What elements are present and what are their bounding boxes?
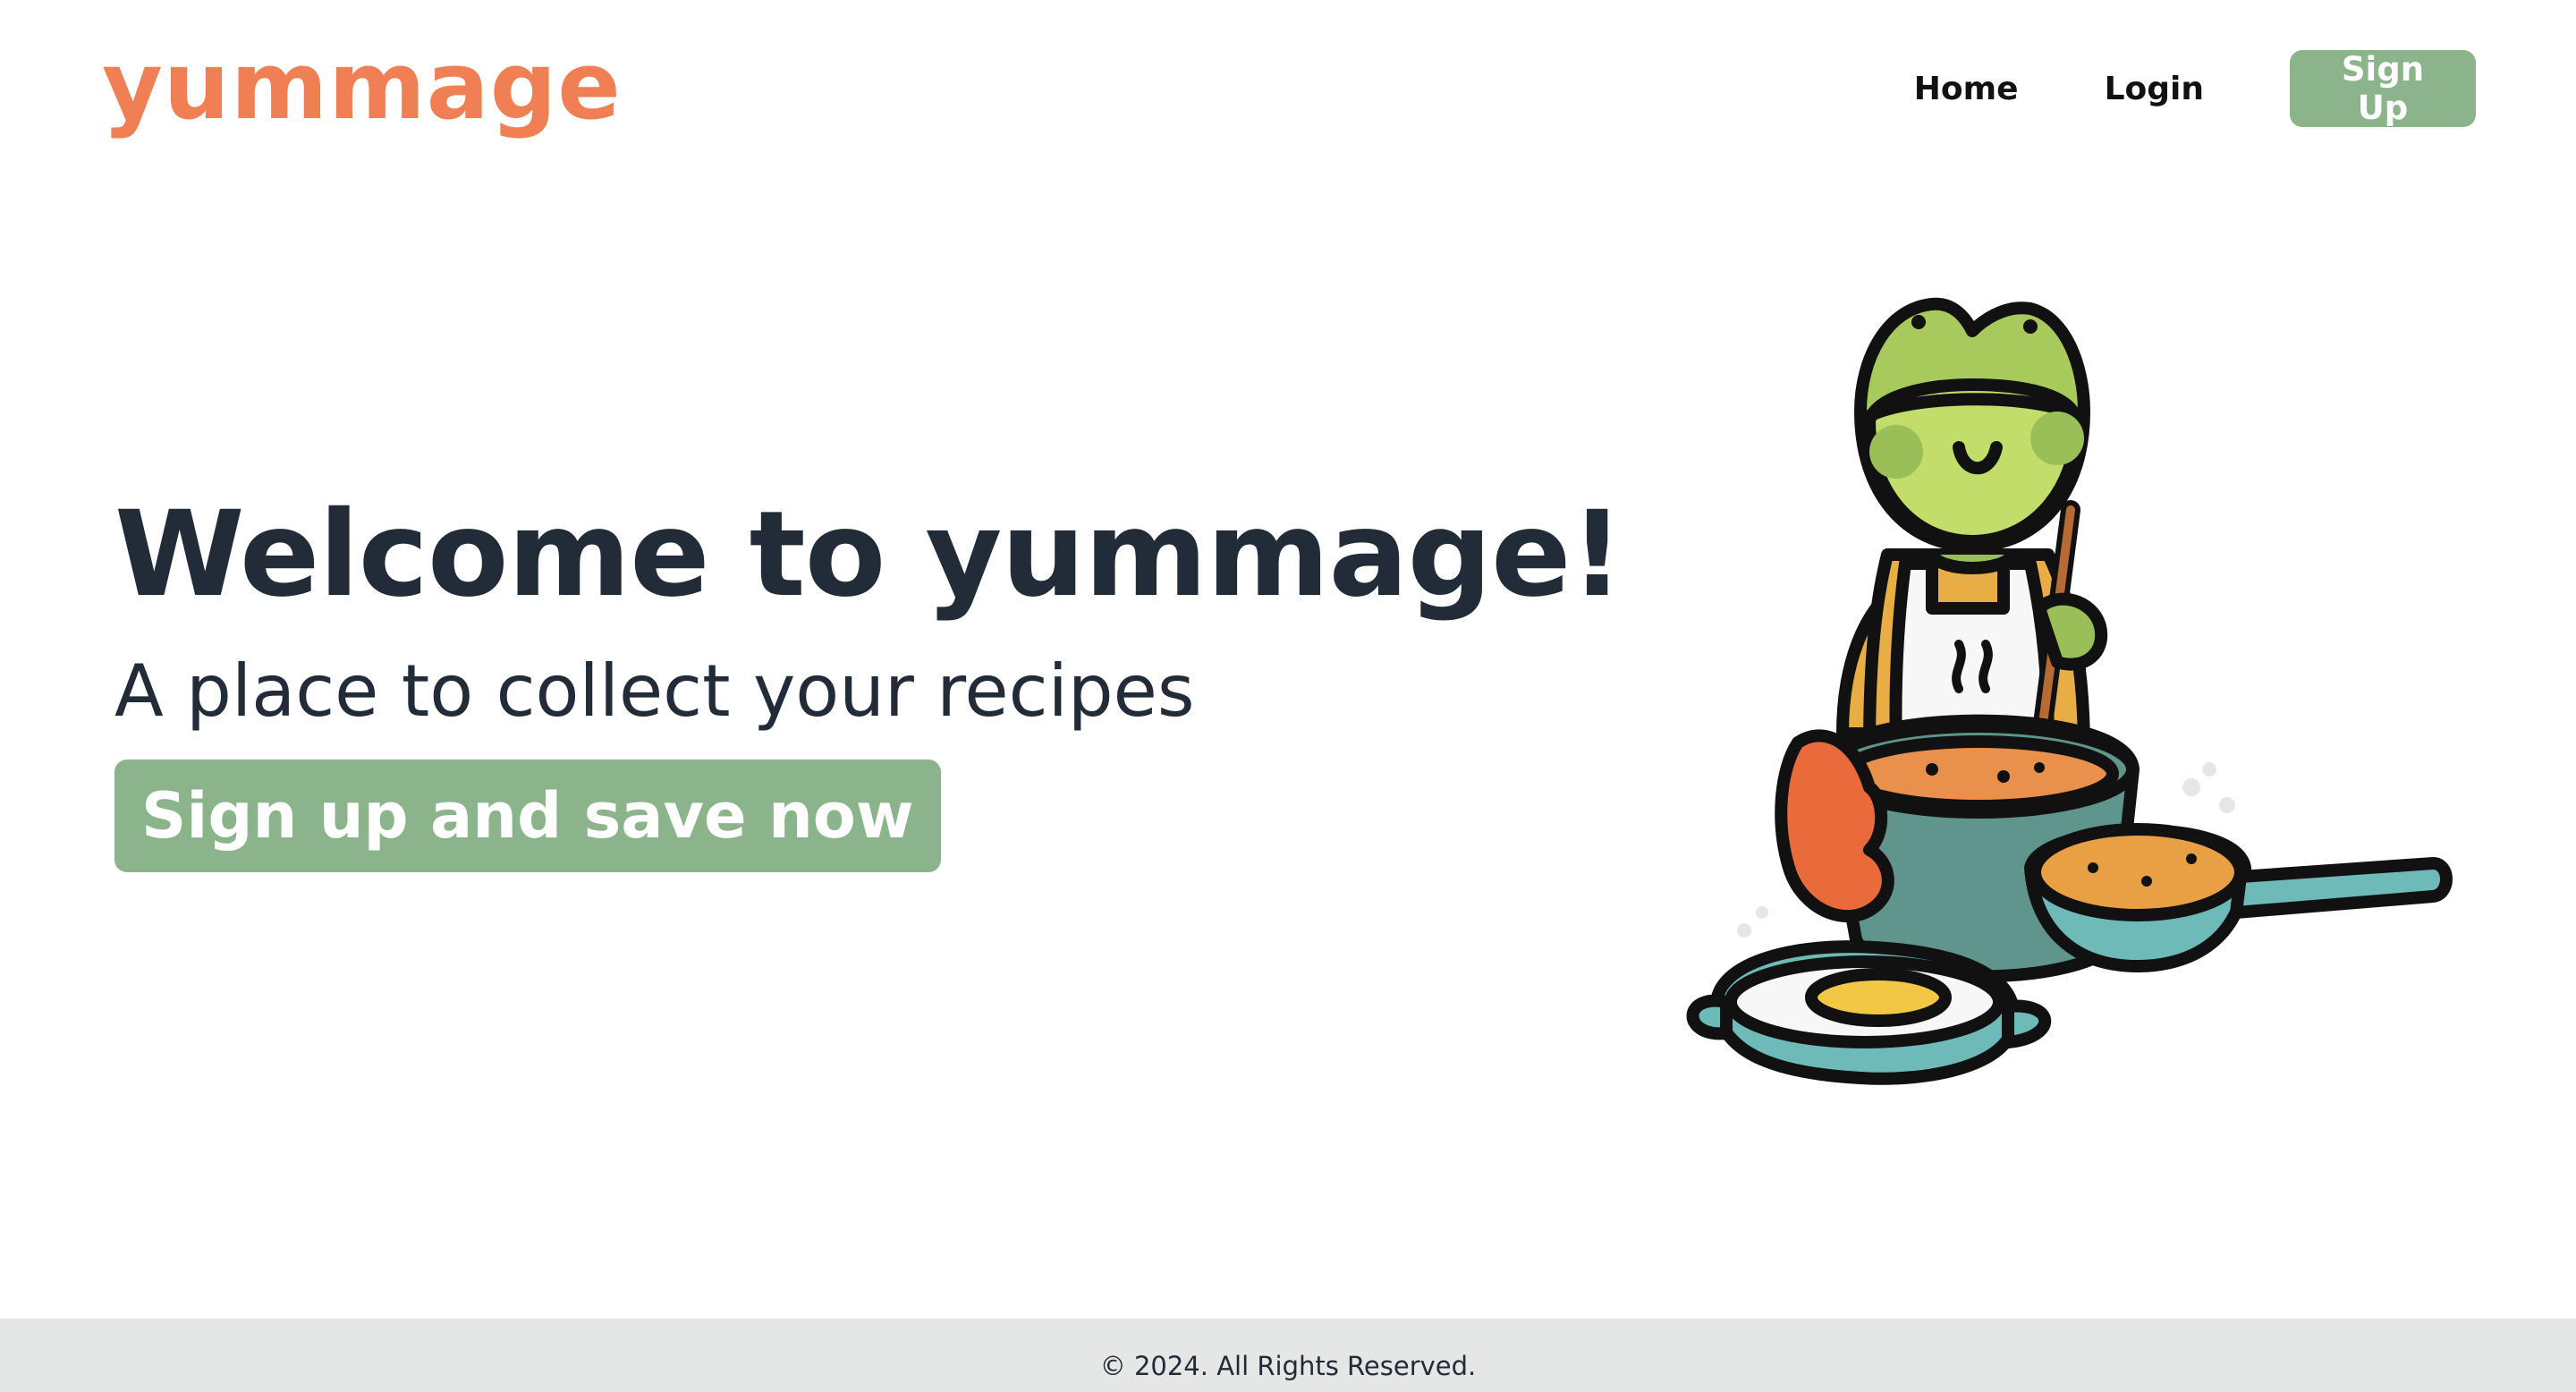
frog-chef-icon: [1686, 297, 2453, 1085]
logo[interactable]: yummage: [102, 39, 622, 132]
navbar: yummage Home Login Sign Up: [0, 0, 2576, 179]
nav-links: Home Login Sign Up: [1914, 50, 2476, 127]
hero-signup-button[interactable]: Sign up and save now: [114, 760, 941, 873]
hero-text: Welcome to yummage! A place to collect y…: [114, 486, 1624, 873]
hero-title: Welcome to yummage!: [114, 486, 1624, 624]
hero-subtitle: A place to collect your recipes: [114, 649, 1195, 734]
nav-signup-button[interactable]: Sign Up: [2290, 50, 2476, 127]
nav-login-link[interactable]: Login: [2105, 71, 2204, 107]
footer-copyright: © 2024. All Rights Reserved.: [1099, 1351, 1477, 1381]
footer: © 2024. All Rights Reserved.: [0, 1319, 2576, 1392]
nav-home-link[interactable]: Home: [1914, 71, 2019, 107]
